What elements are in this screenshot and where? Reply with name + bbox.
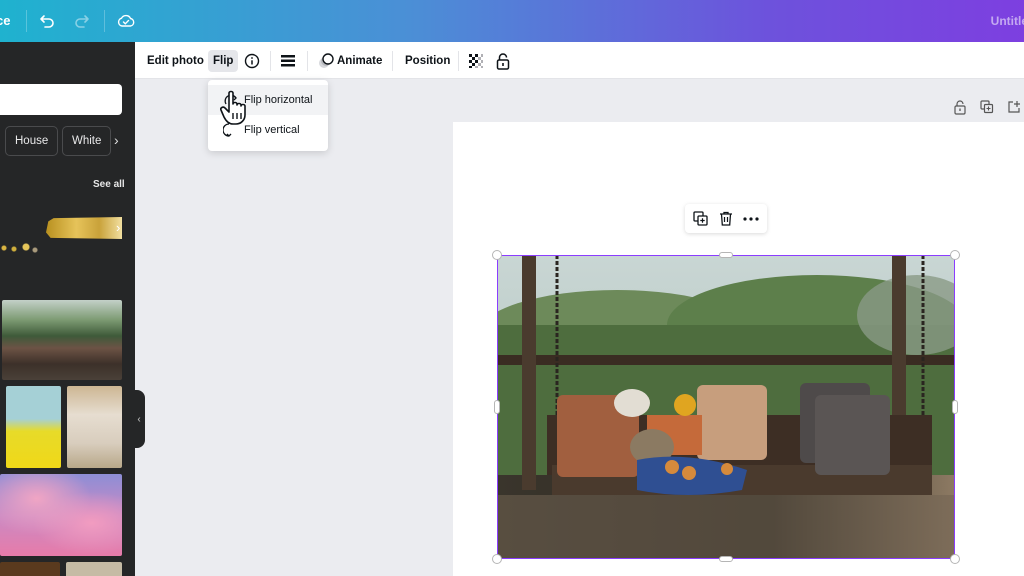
edit-photo-button[interactable]: Edit photo (142, 50, 209, 72)
hand-pointer-cursor-icon (220, 90, 246, 125)
see-all-link[interactable]: See all (93, 179, 125, 190)
top-bar: ce Untitle (0, 0, 1024, 42)
duplicate-icon[interactable] (692, 210, 709, 227)
cloud-saved-icon[interactable] (116, 11, 136, 31)
chevron-right-icon[interactable]: › (116, 220, 120, 235)
resize-handle-right[interactable] (952, 400, 958, 414)
divider (270, 51, 271, 71)
transparency-icon[interactable] (466, 51, 486, 71)
resize-handle-bottom[interactable] (719, 556, 733, 562)
side-panel: House White › See all › (0, 42, 135, 576)
animate-button[interactable]: Animate (332, 50, 387, 72)
porch-swing-thumbnail[interactable] (2, 300, 122, 380)
pink-clouds-thumbnail[interactable] (0, 474, 122, 556)
resize-handle-bottom-left[interactable] (492, 554, 502, 564)
flip-button[interactable]: Flip (208, 50, 239, 72)
resize-handle-top-left[interactable] (492, 250, 502, 260)
elderly-woman-thumbnail[interactable] (67, 386, 122, 468)
flip-horizontal-label: Flip horizontal (244, 94, 313, 106)
home-menu-label[interactable]: ce (0, 13, 10, 28)
flip-vertical-label: Flip vertical (244, 124, 300, 136)
duplicate-page-icon[interactable] (978, 98, 996, 116)
design-title[interactable]: Untitle (991, 14, 1024, 28)
chevron-right-icon[interactable]: › (114, 132, 119, 148)
element-toolbar (685, 204, 767, 233)
image-thumbnail[interactable] (66, 562, 122, 576)
border-style-icon[interactable] (278, 51, 298, 71)
resize-handle-left[interactable] (494, 400, 500, 414)
info-icon[interactable] (242, 51, 262, 71)
porch-swing-image (497, 255, 955, 559)
collapse-panel-button[interactable]: ‹ (133, 390, 145, 448)
search-input[interactable] (0, 84, 122, 115)
resize-handle-bottom-right[interactable] (950, 554, 960, 564)
chip-house[interactable]: House (5, 126, 59, 156)
position-button[interactable]: Position (400, 50, 455, 72)
resize-handle-top[interactable] (719, 252, 733, 258)
undo-icon[interactable] (37, 11, 57, 31)
resize-handle-top-right[interactable] (950, 250, 960, 260)
gold-brush-stroke-thumbnail[interactable] (46, 217, 122, 239)
divider (392, 51, 393, 71)
chevron-left-icon: ‹ (137, 413, 141, 425)
lock-page-icon[interactable] (951, 98, 969, 116)
woman-yellow-dress-thumbnail[interactable] (6, 386, 61, 468)
image-thumbnail[interactable] (0, 562, 60, 576)
gold-sparkles-thumbnail[interactable] (0, 242, 40, 254)
delete-icon[interactable] (717, 210, 734, 227)
context-toolbar: Edit photo Flip Animate Position (135, 42, 1024, 79)
lock-icon[interactable] (493, 51, 513, 71)
divider (458, 51, 459, 71)
add-page-icon[interactable] (1005, 98, 1023, 116)
chip-white[interactable]: White (62, 126, 112, 156)
divider (307, 51, 308, 71)
porch-swing-photo[interactable] (497, 255, 955, 559)
divider (26, 10, 27, 32)
divider (104, 10, 105, 32)
redo-icon[interactable] (72, 11, 92, 31)
more-icon[interactable] (742, 210, 759, 227)
